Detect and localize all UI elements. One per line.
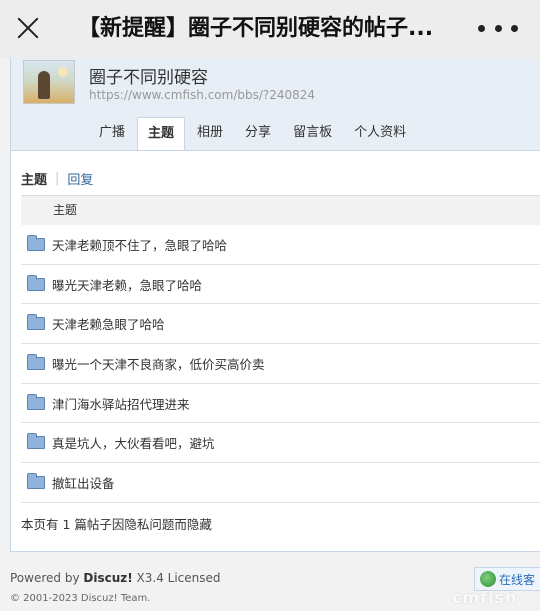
top-bar: 【新提醒】圈子不同别硬容的帖子... — [0, 0, 540, 58]
tab-profile[interactable]: 个人资料 — [344, 117, 416, 150]
globe-icon — [480, 571, 496, 587]
subnav-separator: | — [55, 171, 60, 186]
subnav: 主题 | 回复 — [21, 169, 93, 188]
folder-icon — [27, 393, 45, 410]
privacy-note: 本页有 1 篇帖子因隐私问题而隐藏 — [21, 517, 212, 532]
tab-guestbook[interactable]: 留言板 — [283, 117, 342, 150]
table-row[interactable]: 津门海水驿站招代理进来 — [21, 384, 540, 424]
group-name[interactable]: 圈子不同别硬容 — [89, 63, 208, 88]
subnav-replies[interactable]: 回复 — [67, 169, 93, 188]
table-row[interactable]: 真是坑人，大伙看看吧，避坑 — [21, 423, 540, 464]
tab-topics[interactable]: 主题 — [137, 117, 186, 151]
group-avatar[interactable] — [23, 60, 75, 104]
footer-powered-prefix: Powered by — [10, 571, 84, 585]
footer-powered-by: Powered by Discuz! X3.4 Licensed — [10, 571, 221, 585]
column-header-topic: 主题 — [53, 203, 78, 217]
folder-icon — [27, 472, 45, 489]
topic-title[interactable]: 撤缸出设备 — [52, 473, 115, 492]
topic-title[interactable]: 曝光天津老赖，急眼了哈哈 — [52, 275, 202, 294]
topic-list: 天津老赖顶不住了，急眼了哈哈 曝光天津老赖，急眼了哈哈 天津老赖急眼了哈哈 曝光… — [21, 225, 540, 503]
footer-copyright: © 2001-2023 Discuz! Team. — [10, 593, 151, 604]
tab-share[interactable]: 分享 — [235, 117, 281, 150]
watermark: cmfish — [452, 588, 518, 607]
topics-panel: 主题 | 回复 主题 天津老赖顶不住了，急眼了哈哈 曝光天津老赖，急眼了哈哈 天… — [10, 150, 540, 552]
folder-icon — [27, 274, 45, 291]
table-row[interactable]: 曝光天津老赖，急眼了哈哈 — [21, 265, 540, 305]
table-row[interactable]: 撤缸出设备 — [21, 463, 540, 503]
topic-title[interactable]: 天津老赖急眼了哈哈 — [52, 314, 165, 333]
online-service-label: 在线客 — [499, 572, 536, 587]
folder-icon — [27, 433, 45, 450]
table-header: 主题 — [21, 195, 540, 225]
topic-title[interactable]: 天津老赖顶不住了，急眼了哈哈 — [52, 235, 227, 254]
topic-title[interactable]: 曝光一个天津不良商家，低价买高价卖 — [52, 354, 265, 373]
tab-album[interactable]: 相册 — [187, 117, 233, 150]
folder-icon — [27, 314, 45, 331]
table-row[interactable]: 天津老赖顶不住了，急眼了哈哈 — [21, 225, 540, 265]
page-title: 【新提醒】圈子不同别硬容的帖子... — [78, 16, 434, 41]
subnav-topics[interactable]: 主题 — [21, 169, 47, 188]
table-row[interactable]: 曝光一个天津不良商家，低价买高价卖 — [21, 344, 540, 384]
footer-brand-link[interactable]: Discuz! — [83, 571, 132, 585]
group-header: 圈子不同别硬容 https://www.cmfish.com/bbs/?2408… — [10, 58, 540, 151]
folder-icon — [27, 234, 45, 251]
topic-title[interactable]: 津门海水驿站招代理进来 — [52, 394, 190, 413]
footer-version: X3.4 Licensed — [132, 571, 221, 585]
topic-title[interactable]: 真是坑人，大伙看看吧，避坑 — [52, 433, 215, 452]
folder-icon — [27, 353, 45, 370]
tab-broadcast[interactable]: 广播 — [89, 117, 135, 150]
close-icon[interactable] — [14, 14, 42, 42]
more-options-icon[interactable] — [478, 20, 518, 36]
profile-tabs: 广播 主题 相册 分享 留言板 个人资料 — [89, 117, 418, 151]
table-row[interactable]: 天津老赖急眼了哈哈 — [21, 304, 540, 345]
group-url[interactable]: https://www.cmfish.com/bbs/?240824 — [89, 88, 315, 102]
